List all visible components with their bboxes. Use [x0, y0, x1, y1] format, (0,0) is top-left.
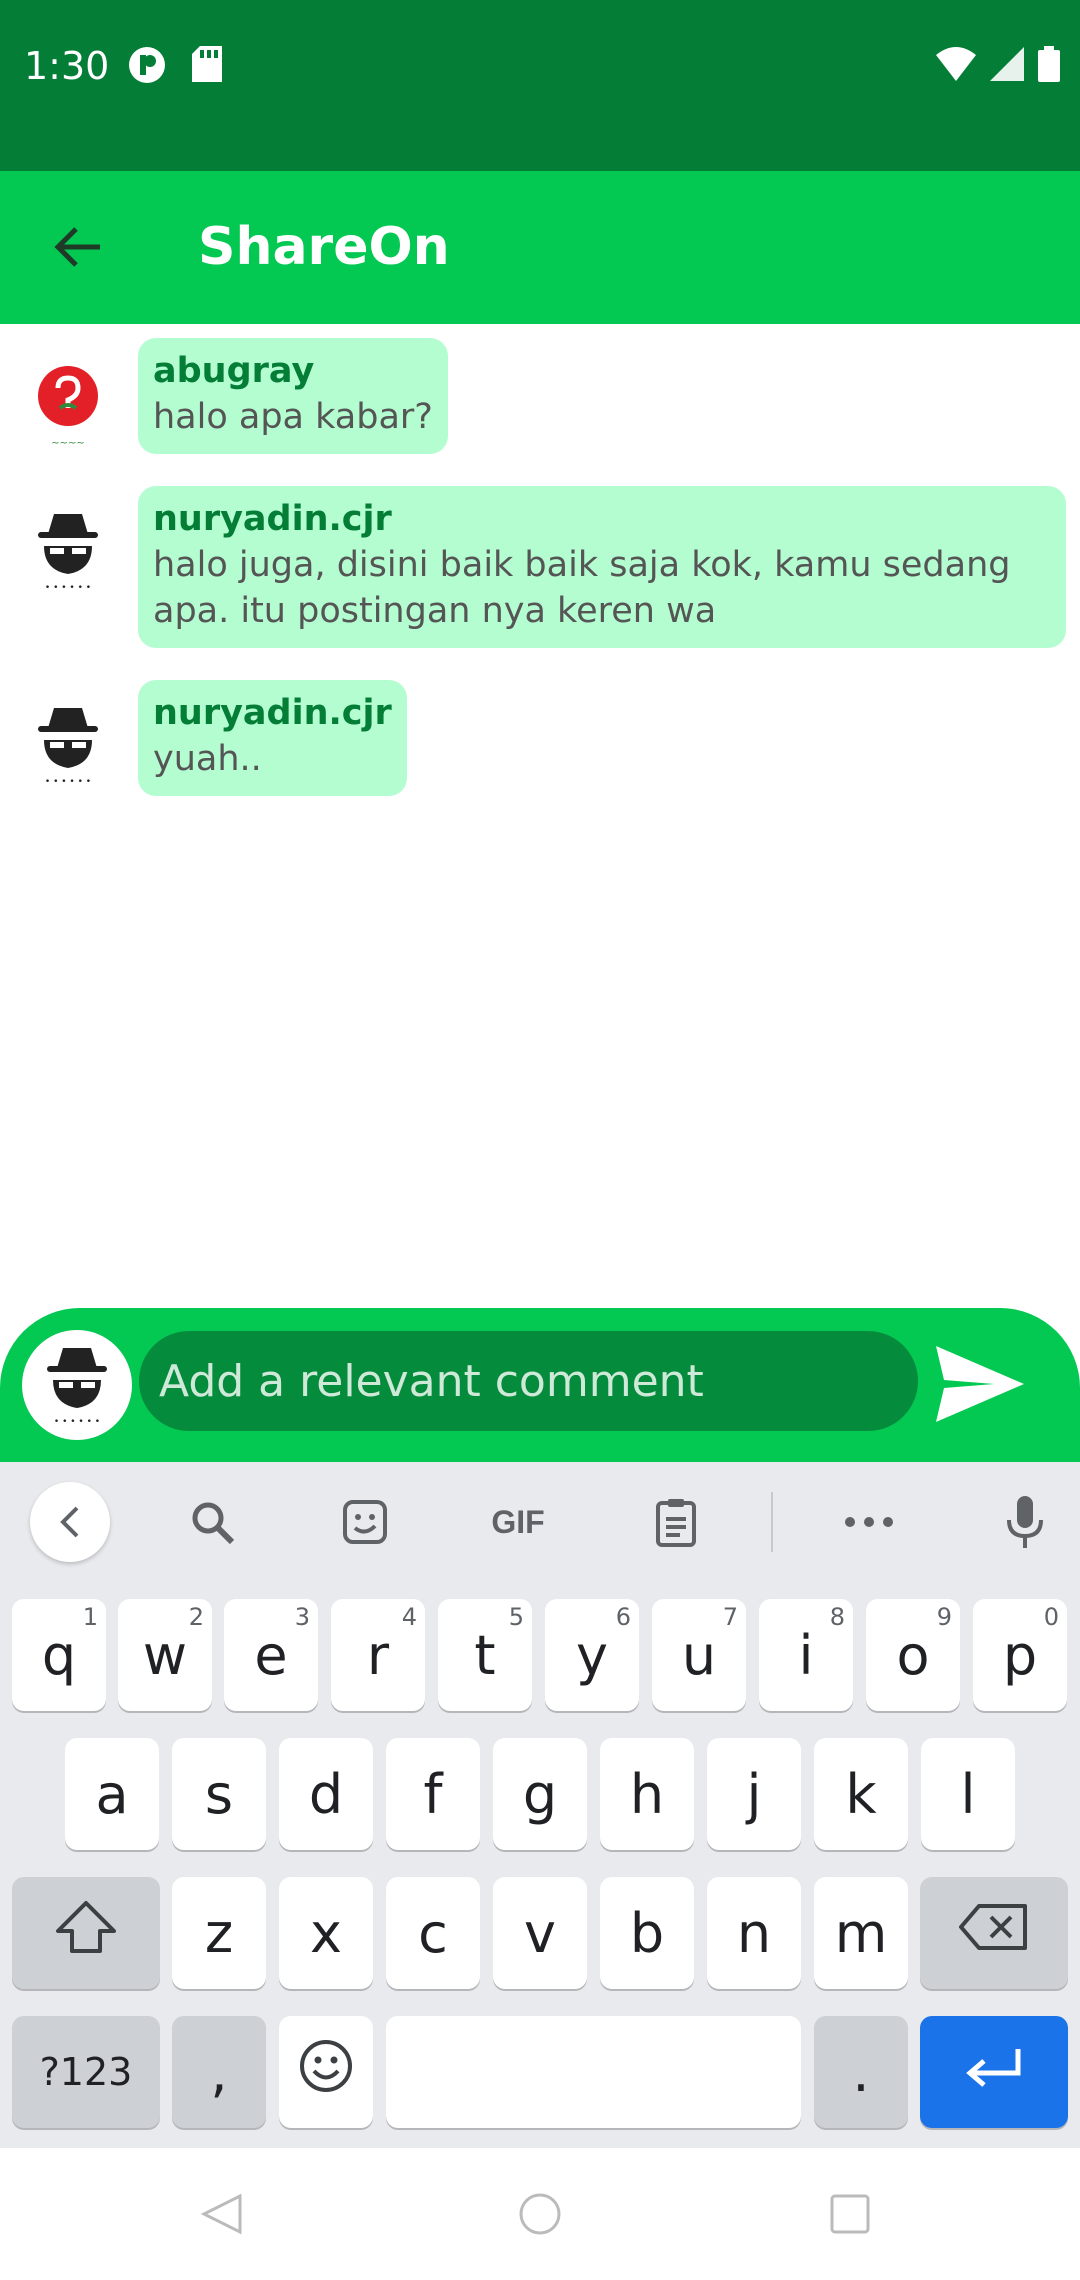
key-v[interactable]: v	[493, 1877, 587, 1989]
shift-key[interactable]	[12, 1877, 160, 1989]
svg-text:• • • • • •: • • • • • •	[45, 583, 91, 593]
backspace-icon	[959, 1902, 1029, 1965]
battery-icon	[1038, 46, 1060, 87]
wifi-icon	[936, 47, 976, 86]
key-n[interactable]: n	[707, 1877, 801, 1989]
key-k[interactable]: k	[814, 1738, 908, 1850]
key-s[interactable]: s	[172, 1738, 266, 1850]
messages-list: ~~~~ abugray halo apa kabar? • • • • • •…	[0, 324, 1080, 1308]
mic-icon[interactable]	[985, 1482, 1065, 1562]
key-y[interactable]: y6	[545, 1599, 639, 1711]
enter-icon	[964, 2041, 1024, 2104]
incognito-avatar[interactable]: • • • • • •	[30, 702, 106, 788]
send-button[interactable]	[930, 1336, 1030, 1436]
message-username[interactable]: nuryadin.cjr	[153, 690, 392, 736]
key-z[interactable]: z	[172, 1877, 266, 1989]
more-icon[interactable]	[829, 1482, 909, 1562]
emoji-key[interactable]	[279, 2016, 373, 2128]
message-text: halo apa kabar?	[153, 397, 433, 437]
key-c[interactable]: c	[386, 1877, 480, 1989]
message-bubble: nuryadin.cjr yuah..	[138, 680, 407, 796]
keyboard: GIF q1 w2 e3 r4 t5 y6 u7 i8 o9 p0 a s d …	[0, 1462, 1080, 2148]
key-g[interactable]: g	[493, 1738, 587, 1850]
gif-button[interactable]: GIF	[478, 1482, 558, 1562]
key-t[interactable]: t5	[438, 1599, 532, 1711]
key-u[interactable]: u7	[652, 1599, 746, 1711]
key-w[interactable]: w2	[118, 1599, 212, 1711]
arrow-back-icon	[54, 226, 102, 272]
key-b[interactable]: b	[600, 1877, 694, 1989]
message-text: yuah..	[153, 739, 262, 779]
key-i[interactable]: i8	[759, 1599, 853, 1711]
shift-icon	[54, 1899, 118, 1968]
sd-card-icon	[192, 46, 222, 87]
svg-text:~~~~: ~~~~	[51, 438, 85, 449]
message-text: halo juga, disini baik baik saja kok, ka…	[153, 545, 1011, 631]
key-l[interactable]: l	[921, 1738, 1015, 1850]
space-key[interactable]	[386, 2016, 801, 2128]
signal-icon	[990, 47, 1024, 86]
status-time: 1:30	[24, 44, 110, 88]
key-o[interactable]: o9	[866, 1599, 960, 1711]
app-bar: ShareOn	[0, 171, 1080, 324]
backspace-key[interactable]	[920, 1877, 1068, 1989]
status-bar: 1:30	[0, 0, 1080, 171]
app-title: ShareOn	[198, 217, 450, 277]
comment-input[interactable]	[139, 1331, 918, 1431]
symbols-key[interactable]: ?123	[12, 2016, 160, 2128]
current-user-avatar: • • • • • •	[22, 1330, 132, 1440]
key-r[interactable]: r4	[331, 1599, 425, 1711]
p-icon	[128, 46, 166, 89]
sticker-icon[interactable]	[325, 1482, 405, 1562]
svg-text:• • • • • •: • • • • • •	[45, 777, 91, 787]
enter-key[interactable]	[920, 2016, 1068, 2128]
period-key[interactable]: .	[814, 2016, 908, 2128]
navigation-bar	[0, 2148, 1080, 2280]
comma-key[interactable]: ,	[172, 2016, 266, 2128]
key-m[interactable]: m	[814, 1877, 908, 1989]
message-username[interactable]: abugray	[153, 348, 433, 394]
key-f[interactable]: f	[386, 1738, 480, 1850]
message-bubble: nuryadin.cjr halo juga, disini baik baik…	[138, 486, 1066, 648]
key-p[interactable]: p0	[973, 1599, 1067, 1711]
send-icon	[934, 1344, 1026, 1429]
chevron-left-icon[interactable]	[30, 1482, 110, 1562]
incognito-avatar[interactable]: • • • • • •	[30, 508, 106, 594]
logo-avatar[interactable]: ~~~~	[30, 364, 106, 450]
search-icon[interactable]	[172, 1482, 252, 1562]
message-bubble: abugray halo apa kabar?	[138, 338, 448, 454]
key-j[interactable]: j	[707, 1738, 801, 1850]
nav-recents-button[interactable]	[828, 2192, 872, 2236]
clipboard-icon[interactable]	[636, 1482, 716, 1562]
toolbar-divider	[771, 1492, 773, 1552]
key-a[interactable]: a	[65, 1738, 159, 1850]
svg-text:• • • • • •: • • • • • •	[54, 1417, 100, 1427]
comment-bar: • • • • • •	[0, 1308, 1080, 1462]
key-d[interactable]: d	[279, 1738, 373, 1850]
key-q[interactable]: q1	[12, 1599, 106, 1711]
back-button[interactable]	[40, 211, 116, 287]
key-e[interactable]: e3	[224, 1599, 318, 1711]
message-username[interactable]: nuryadin.cjr	[153, 496, 1051, 542]
keyboard-toolbar: GIF	[0, 1462, 1080, 1580]
nav-home-button[interactable]	[518, 2192, 562, 2236]
emoji-icon	[298, 2038, 354, 2107]
nav-back-button[interactable]	[200, 2192, 244, 2236]
key-x[interactable]: x	[279, 1877, 373, 1989]
key-h[interactable]: h	[600, 1738, 694, 1850]
